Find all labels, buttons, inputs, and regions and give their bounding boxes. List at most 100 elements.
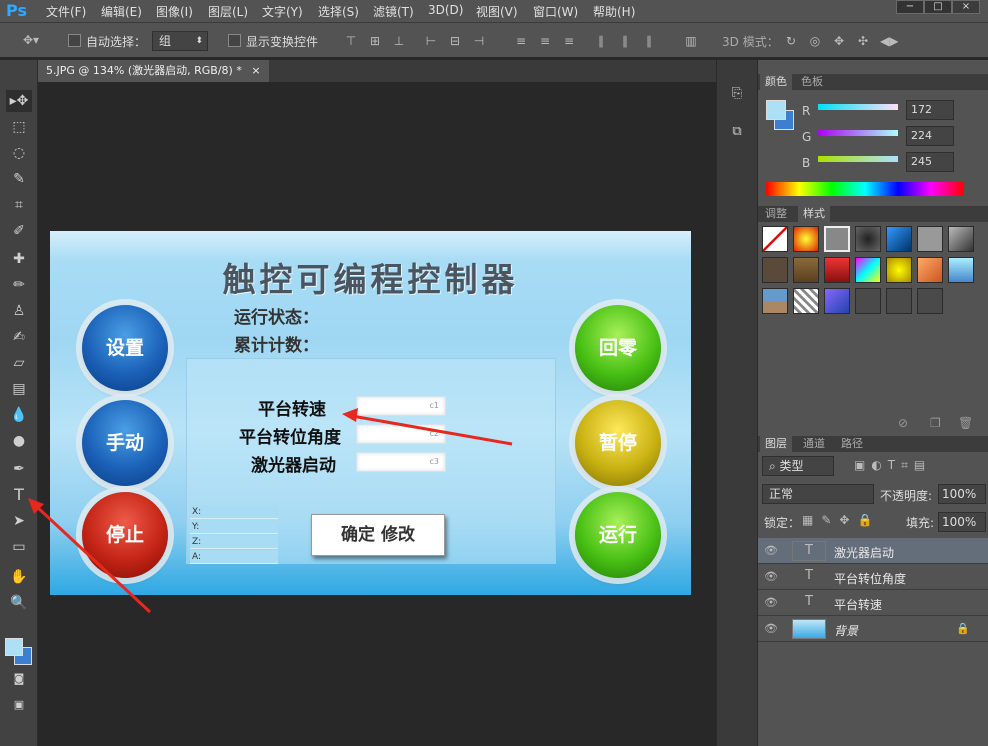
style-swatch[interactable] [824,226,850,252]
eye-icon[interactable]: 👁 [764,596,778,610]
show-transform-checkbox[interactable] [228,34,241,47]
style-swatch[interactable] [917,257,943,283]
layer-row-background[interactable]: 👁 背景 🔒 [758,616,988,642]
distribute-bottom-icon[interactable]: ≡ [562,34,576,48]
delete-style-icon[interactable]: 🗑 [958,416,973,430]
auto-select-dropdown[interactable]: 组 ⬍ [152,31,208,51]
brush-tool-icon[interactable]: ✏ [6,274,32,296]
align-top-icon[interactable]: ⊤ [344,34,358,48]
path-selection-tool-icon[interactable]: ➤ [6,510,32,532]
eyedropper-tool-icon[interactable]: ✐ [6,220,32,242]
healing-brush-tool-icon[interactable]: ✚ [6,248,32,270]
menu-filter[interactable]: 滤镜(T) [373,3,414,20]
maximize-button[interactable]: □ [924,0,952,14]
style-swatch[interactable] [762,288,788,314]
align-bottom-icon[interactable]: ⊥ [392,34,406,48]
b-value[interactable]: 245 [906,152,954,172]
close-button[interactable]: × [952,0,980,14]
screen-mode-icon[interactable]: ▣ [6,694,32,716]
tab-channels[interactable]: 通道 [798,436,830,452]
settings-button[interactable]: 设置 [82,305,168,391]
distribute-right-icon[interactable]: ∥ [642,34,656,48]
menu-help[interactable]: 帮助(H) [593,3,635,20]
align-left-icon[interactable]: ⊢ [424,34,438,48]
crop-tool-icon[interactable]: ⌗ [6,194,32,216]
home-button[interactable]: 回零 [575,305,661,391]
tab-layers[interactable]: 图层 [760,436,792,452]
eye-icon[interactable]: 👁 [764,622,778,636]
layer-row-speed[interactable]: 👁 T 平台转速 [758,590,988,616]
style-swatch[interactable] [855,257,881,283]
move-tool-preset-icon[interactable]: ✥▾ [20,33,42,47]
color-spectrum[interactable] [766,182,964,196]
style-swatch[interactable] [793,257,819,283]
menu-view[interactable]: 视图(V) [476,3,518,20]
zoom-tool-icon[interactable]: 🔍 [6,592,32,614]
lasso-tool-icon[interactable]: ◌ [6,142,32,164]
fill-value[interactable]: 100% [938,512,986,532]
lock-icons[interactable]: ▦✎✥🔒 [802,513,880,527]
foreground-color-swatch[interactable] [5,638,23,656]
menu-type[interactable]: 文字(Y) [262,3,303,20]
hand-tool-icon[interactable]: ✋ [6,566,32,588]
document-close-icon[interactable]: × [251,64,260,77]
style-swatch[interactable] [948,257,974,283]
tab-adjustments[interactable]: 调整 [760,206,792,222]
style-swatch[interactable] [793,288,819,314]
menu-edit[interactable]: 编辑(E) [101,3,142,20]
document-tab[interactable]: 5.JPG @ 134% (激光器启动, RGB/8) * × [38,60,269,82]
gradient-tool-icon[interactable]: ▤ [6,378,32,400]
3d-roll-icon[interactable]: ◎ [808,34,822,48]
eraser-tool-icon[interactable]: ▱ [6,352,32,374]
3d-rotate-icon[interactable]: ↻ [784,34,798,48]
r-slider[interactable] [818,104,898,110]
style-swatch[interactable] [855,288,881,314]
marquee-tool-icon[interactable]: ⬚ [6,116,32,138]
tab-styles[interactable]: 样式 [798,206,830,222]
quick-select-tool-icon[interactable]: ✎ [6,168,32,190]
menu-file[interactable]: 文件(F) [46,3,86,20]
auto-select-checkbox[interactable] [68,34,81,47]
stop-button[interactable]: 停止 [82,492,168,578]
distribute-left-icon[interactable]: ∥ [594,34,608,48]
rectangle-tool-icon[interactable]: ▭ [6,536,32,558]
style-swatch[interactable] [886,257,912,283]
move-tool-icon[interactable]: ▸✥ [6,90,32,112]
history-panel-icon[interactable]: ⎘ [727,86,747,108]
g-value[interactable]: 224 [906,126,954,146]
menu-3d[interactable]: 3D(D) [428,3,463,17]
quick-mask-icon[interactable]: ◙ [6,668,32,690]
menu-layer[interactable]: 图层(L) [208,3,248,20]
pen-tool-icon[interactable]: ✒ [6,458,32,480]
style-swatch[interactable] [824,257,850,283]
b-slider[interactable] [818,156,898,162]
fg-color-preview[interactable] [766,100,786,120]
blend-mode-dropdown[interactable]: 正常 [762,484,874,504]
new-style-icon[interactable]: ❐ [930,416,941,430]
3d-slide-icon[interactable]: ✣ [856,34,870,48]
layer-row-laser[interactable]: 👁 T 激光器启动 [758,538,988,564]
style-swatch[interactable] [762,257,788,283]
3d-pan-icon[interactable]: ✥ [832,34,846,48]
run-button[interactable]: 运行 [575,492,661,578]
history-brush-tool-icon[interactable]: ✍ [6,326,32,348]
style-swatch[interactable] [762,226,788,252]
layer-filter-dropdown[interactable]: ⌕ 类型 [762,456,834,476]
auto-align-icon[interactable]: ▥ [684,34,698,48]
style-swatch[interactable] [917,226,943,252]
style-swatch[interactable] [948,226,974,252]
manual-button[interactable]: 手动 [82,400,168,486]
style-swatch[interactable] [824,288,850,314]
menu-select[interactable]: 选择(S) [318,3,359,20]
speed-field[interactable]: c1 [356,396,446,416]
tab-swatches[interactable]: 色板 [796,74,828,90]
pause-button[interactable]: 暂停 [575,400,661,486]
blur-tool-icon[interactable]: 💧 [6,404,32,426]
style-swatch[interactable] [886,288,912,314]
menu-image[interactable]: 图像(I) [156,3,193,20]
layer-row-angle[interactable]: 👁 T 平台转位角度 [758,564,988,590]
clone-stamp-tool-icon[interactable]: ♙ [6,300,32,322]
layer-filter-icons[interactable]: ▣◐T⌗▤ [854,458,931,473]
style-swatch[interactable] [793,226,819,252]
distribute-vcenter-icon[interactable]: ≡ [538,34,552,48]
